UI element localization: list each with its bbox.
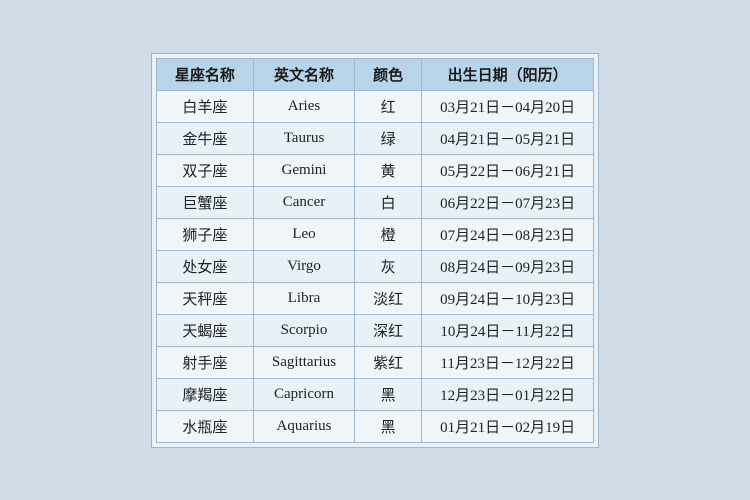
cell-english-name: Sagittarius	[253, 346, 354, 378]
cell-english-name: Taurus	[253, 122, 354, 154]
table-row: 狮子座Leo橙07月24日－08月23日	[156, 218, 593, 250]
cell-color: 深红	[355, 314, 422, 346]
cell-color: 白	[355, 186, 422, 218]
cell-dates: 09月24日－10月23日	[422, 282, 594, 314]
cell-english-name: Cancer	[253, 186, 354, 218]
cell-english-name: Virgo	[253, 250, 354, 282]
cell-color: 灰	[355, 250, 422, 282]
cell-chinese-name: 天蝎座	[156, 314, 253, 346]
table-row: 天蝎座Scorpio深红10月24日－11月22日	[156, 314, 593, 346]
cell-dates: 12月23日－01月22日	[422, 378, 594, 410]
cell-chinese-name: 双子座	[156, 154, 253, 186]
header-english-name: 英文名称	[253, 58, 354, 90]
cell-color: 紫红	[355, 346, 422, 378]
table-row: 处女座Virgo灰08月24日－09月23日	[156, 250, 593, 282]
cell-chinese-name: 摩羯座	[156, 378, 253, 410]
cell-chinese-name: 天秤座	[156, 282, 253, 314]
cell-english-name: Scorpio	[253, 314, 354, 346]
cell-dates: 04月21日－05月21日	[422, 122, 594, 154]
table-row: 天秤座Libra淡红09月24日－10月23日	[156, 282, 593, 314]
table-row: 白羊座Aries红03月21日－04月20日	[156, 90, 593, 122]
table-row: 水瓶座Aquarius黑01月21日－02月19日	[156, 410, 593, 442]
cell-dates: 03月21日－04月20日	[422, 90, 594, 122]
zodiac-table-container: 星座名称 英文名称 颜色 出生日期（阳历） 白羊座Aries红03月21日－04…	[151, 53, 599, 448]
header-color: 颜色	[355, 58, 422, 90]
cell-english-name: Aquarius	[253, 410, 354, 442]
table-header-row: 星座名称 英文名称 颜色 出生日期（阳历）	[156, 58, 593, 90]
cell-english-name: Capricorn	[253, 378, 354, 410]
cell-dates: 05月22日－06月21日	[422, 154, 594, 186]
cell-chinese-name: 水瓶座	[156, 410, 253, 442]
cell-dates: 01月21日－02月19日	[422, 410, 594, 442]
cell-chinese-name: 金牛座	[156, 122, 253, 154]
cell-dates: 10月24日－11月22日	[422, 314, 594, 346]
cell-color: 淡红	[355, 282, 422, 314]
table-row: 金牛座Taurus绿04月21日－05月21日	[156, 122, 593, 154]
cell-color: 黑	[355, 378, 422, 410]
cell-chinese-name: 射手座	[156, 346, 253, 378]
cell-chinese-name: 巨蟹座	[156, 186, 253, 218]
cell-english-name: Leo	[253, 218, 354, 250]
cell-color: 绿	[355, 122, 422, 154]
table-row: 双子座Gemini黄05月22日－06月21日	[156, 154, 593, 186]
table-body: 白羊座Aries红03月21日－04月20日金牛座Taurus绿04月21日－0…	[156, 90, 593, 442]
cell-english-name: Aries	[253, 90, 354, 122]
table-row: 射手座Sagittarius紫红11月23日－12月22日	[156, 346, 593, 378]
cell-color: 黑	[355, 410, 422, 442]
zodiac-table: 星座名称 英文名称 颜色 出生日期（阳历） 白羊座Aries红03月21日－04…	[156, 58, 594, 443]
cell-color: 黄	[355, 154, 422, 186]
cell-chinese-name: 白羊座	[156, 90, 253, 122]
cell-dates: 07月24日－08月23日	[422, 218, 594, 250]
table-row: 摩羯座Capricorn黑12月23日－01月22日	[156, 378, 593, 410]
header-dates: 出生日期（阳历）	[422, 58, 594, 90]
cell-dates: 11月23日－12月22日	[422, 346, 594, 378]
header-chinese-name: 星座名称	[156, 58, 253, 90]
cell-chinese-name: 处女座	[156, 250, 253, 282]
cell-color: 红	[355, 90, 422, 122]
table-row: 巨蟹座Cancer白06月22日－07月23日	[156, 186, 593, 218]
cell-color: 橙	[355, 218, 422, 250]
cell-dates: 06月22日－07月23日	[422, 186, 594, 218]
cell-english-name: Gemini	[253, 154, 354, 186]
cell-dates: 08月24日－09月23日	[422, 250, 594, 282]
cell-chinese-name: 狮子座	[156, 218, 253, 250]
cell-english-name: Libra	[253, 282, 354, 314]
